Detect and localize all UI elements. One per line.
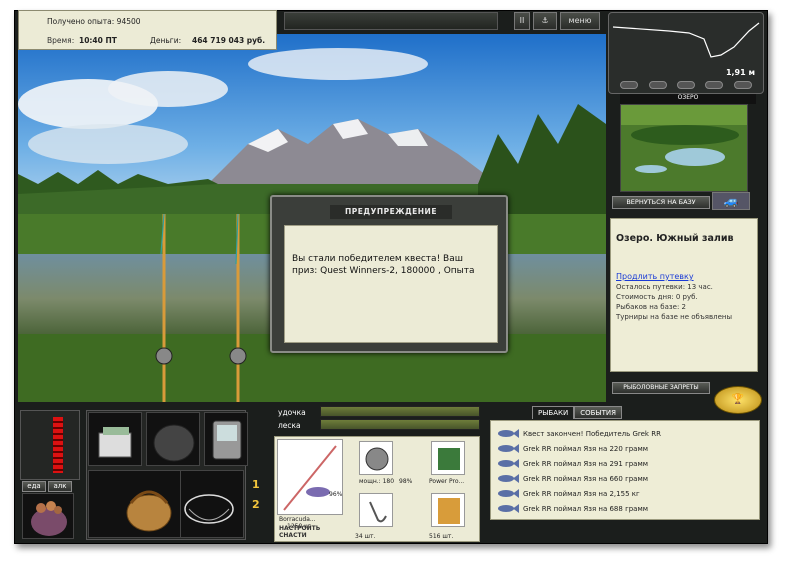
rod-meter-label: удочка [278,408,306,417]
hud-info-panel: Получено опыта: 94500 Время: 10:40 ПТ Де… [18,10,277,50]
line-name: Power Pro... [429,478,465,485]
rod-name: Borracuda... [279,516,316,523]
line-tension-bar [320,419,480,430]
tackle-panel: Borracuda... 1250 кг 96% мощн.: 180 98% … [274,436,480,542]
location-thumbnail[interactable] [620,104,748,192]
location-panel: Озеро. Южный залив Продлить путевку Оста… [610,218,758,372]
food-tab[interactable]: еда [22,481,46,492]
money-value: 464 719 043 руб. [192,36,266,45]
fish-icon [498,489,519,498]
event-text: Grek RR поймал Язя на 220 грамм [523,444,649,453]
list-item: Grek RR поймал Язя на 2,155 кг [497,487,640,500]
reel-percent: 98% [399,478,413,485]
dialog-message: Вы стали победителем квеста! Ваш приз: Q… [284,225,498,343]
extend-permit-link[interactable]: Продлить путевку [616,272,694,281]
alcohol-tab[interactable]: алк [48,481,72,492]
list-item: Квест закончен! Победитель Grek RR [497,427,661,440]
events-log: Квест закончен! Победитель Grek RR Grek … [490,420,760,520]
top-bar [284,12,498,30]
indicator-panel [20,410,80,480]
fish-icon [498,459,519,468]
time-value: 10:40 ПТ [79,36,117,45]
event-text: Grek RR поймал Язя на 660 грамм [523,474,649,483]
tournaments-info: Турниры на базе не объявлены [616,313,733,321]
tab-events[interactable]: СОБЫТИЯ [574,406,622,419]
rod-percent: 96% [329,491,343,498]
reel-power: мощн.: 180 [359,478,395,485]
tab-fishers[interactable]: РЫБАКИ [532,406,575,419]
fish-icon [498,474,519,483]
time-label: Время: [47,36,75,45]
bait-count: 516 шт. [429,533,454,540]
fish-icon [498,444,519,453]
setup-tackle-button[interactable]: НАСТРОИТЬ СНАСТИ [279,525,331,539]
food-bag-slot[interactable] [22,493,74,539]
event-text: Grek RR поймал Язя на 2,155 кг [523,489,640,498]
event-text: Grek RR поймал Язя на 688 грамм [523,504,649,513]
line-meter-label: леска [278,421,301,430]
fishing-bans-button[interactable]: РЫБОЛОВНЫЕ ЗАПРЕТЫ [612,382,710,394]
menu-button[interactable]: меню [560,12,600,30]
pause-button[interactable]: II [514,12,530,30]
warning-dialog[interactable]: ПРЕДУПРЕЖДЕНИЕ Вы стали победителем квес… [270,195,508,353]
permit-remaining: Осталось путевки: 13 час. [616,283,713,291]
energy-meter [53,417,63,473]
dialog-title: ПРЕДУПРЕЖДЕНИЕ [330,205,452,219]
bait-slot[interactable] [431,493,465,527]
medal-icon[interactable]: 🏆 [714,386,762,414]
hook-slot[interactable] [359,493,393,527]
list-item: Grek RR поймал Язя на 660 грамм [497,472,648,485]
event-text: Grek RR поймал Язя на 291 грамм [523,459,649,468]
reel-slot[interactable] [359,441,393,475]
fish-icon [498,429,519,438]
list-item: Grek RR поймал Язя на 291 грамм [497,457,648,470]
location-title: ОЗЕРО [620,94,756,104]
rod-slot-number-1[interactable]: 1 [252,478,260,491]
tackle-box-slot[interactable] [88,412,142,466]
rod-slot[interactable] [277,439,343,515]
rod-slot-number-2[interactable]: 2 [252,498,260,511]
day-cost: Стоимость дня: 0 руб. [616,293,698,301]
rod-tension-bar [320,406,480,417]
fish-icon [498,504,519,513]
depth-value: 1,91 м [725,68,755,77]
experience-text: Получено опыта: 94500 [47,17,141,26]
chat-tabs: РЫБАКИ СОБЫТИЯ [532,406,622,419]
return-to-base-button[interactable]: ВЕРНУТЬСЯ НА БАЗУ [612,196,710,209]
list-item: Grek RR поймал Язя на 688 грамм [497,502,648,515]
hooks-count: 34 шт. [355,533,376,540]
location-name: Озеро. Южный залив [616,233,734,244]
echo-sounder-slot[interactable] [204,412,248,466]
fishing-line-slot[interactable] [431,441,465,475]
backpack-slot[interactable] [146,412,200,466]
truck-icon[interactable]: 🚙 [712,192,750,210]
fishers-count: Рыбаков на базе: 2 [616,303,686,311]
event-text: Квест закончен! Победитель Grek RR [523,429,661,438]
map-controls[interactable] [615,81,757,91]
money-label: Деньги: [150,36,182,45]
depth-map[interactable]: 1,91 м [608,12,764,94]
keepnet-slot[interactable] [180,470,244,538]
anchor-icon[interactable]: ⚓ [533,12,557,30]
list-item: Grek RR поймал Язя на 220 грамм [497,442,648,455]
